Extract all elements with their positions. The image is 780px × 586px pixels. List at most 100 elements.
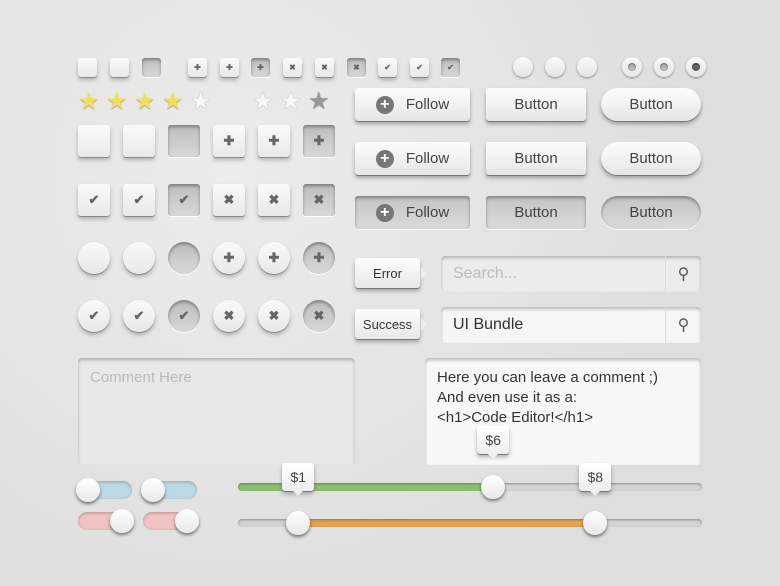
cross-icon: ✖ (289, 63, 296, 72)
plus-icon: ✚ (194, 63, 201, 72)
textarea-line: Here you can leave a comment ;) (437, 369, 658, 386)
round-checkbox-check[interactable]: ✔ (123, 300, 155, 332)
round-checkbox-empty[interactable] (123, 242, 155, 274)
star-icon[interactable]: ★ (134, 90, 156, 114)
toggle-knob[interactable] (110, 509, 134, 533)
radio-dot[interactable] (622, 57, 642, 77)
radio-dot-selected[interactable] (686, 57, 706, 77)
checkbox-plus[interactable]: ✚ (220, 58, 239, 77)
check-icon: ✔ (447, 63, 454, 72)
follow-button[interactable]: + Follow (355, 88, 470, 121)
round-checkbox-cross-pressed[interactable]: ✖ (303, 300, 335, 332)
checkbox-cross[interactable]: ✖ (283, 58, 302, 77)
checkbox-cross-pressed[interactable]: ✖ (303, 184, 335, 216)
round-checkbox-check[interactable]: ✔ (78, 300, 110, 332)
checkbox-empty[interactable] (78, 125, 110, 157)
checkbox-cross[interactable]: ✖ (213, 184, 245, 216)
cross-icon: ✖ (223, 308, 235, 323)
checkbox-plus[interactable]: ✚ (213, 125, 245, 157)
checkbox-empty-pressed[interactable] (142, 58, 161, 77)
range-slider-fill (298, 519, 596, 527)
checkbox-empty[interactable] (78, 58, 97, 77)
checkbox-empty[interactable] (110, 58, 129, 77)
slider-tooltip: $6 (477, 426, 510, 459)
search-value[interactable]: UI Bundle (441, 316, 665, 334)
follow-label: Follow (405, 204, 450, 221)
search-field-error[interactable]: Search... ⚲ (441, 256, 701, 292)
button[interactable]: Button (486, 88, 586, 121)
star-icon[interactable]: ★ (308, 90, 330, 114)
pill-button-pressed[interactable]: Button (601, 196, 701, 229)
checkbox-check[interactable]: ✔ (378, 58, 397, 77)
check-icon: ✔ (88, 192, 100, 207)
round-checkbox-empty[interactable] (78, 242, 110, 274)
follow-button-pressed[interactable]: + Follow (355, 196, 470, 229)
check-icon: ✔ (133, 192, 145, 207)
check-icon: ✔ (178, 192, 190, 207)
code-textarea[interactable]: Here you can leave a comment ;) And even… (425, 358, 701, 465)
search-icon[interactable]: ⚲ (665, 307, 701, 343)
round-checkbox-plus[interactable]: ✚ (258, 242, 290, 274)
radio-plain[interactable] (577, 57, 597, 77)
checkbox-empty[interactable] (123, 125, 155, 157)
toggle-knob[interactable] (141, 478, 165, 502)
checkbox-check-pressed[interactable]: ✔ (168, 184, 200, 216)
star-icon[interactable]: ★ (280, 90, 302, 114)
star-icon[interactable]: ★ (106, 90, 128, 114)
toggle-knob[interactable] (76, 478, 100, 502)
plus-icon: ✚ (226, 63, 233, 72)
pill-button-hover[interactable]: Button (601, 142, 701, 175)
plus-circle-icon: + (375, 95, 394, 114)
checkbox-plus[interactable]: ✚ (188, 58, 207, 77)
slider-handle[interactable] (481, 475, 506, 499)
slider-fill (238, 483, 494, 491)
plus-icon: ✚ (223, 133, 235, 148)
star-icon[interactable]: ★ (78, 90, 100, 114)
round-checkbox-plus[interactable]: ✚ (213, 242, 245, 274)
star-icon[interactable]: ★ (252, 90, 274, 114)
star-icon[interactable]: ★ (190, 90, 212, 114)
cross-icon: ✖ (313, 308, 325, 323)
checkbox-check[interactable]: ✔ (78, 184, 110, 216)
checkbox-cross[interactable]: ✖ (258, 184, 290, 216)
checkbox-plus-pressed[interactable]: ✚ (303, 125, 335, 157)
checkbox-check[interactable]: ✔ (410, 58, 429, 77)
checkbox-plus[interactable]: ✚ (258, 125, 290, 157)
radio-plain[interactable] (545, 57, 565, 77)
search-placeholder[interactable]: Search... (441, 265, 665, 283)
button-hover[interactable]: Button (486, 142, 586, 175)
cross-icon: ✖ (268, 192, 280, 207)
search-field-success[interactable]: UI Bundle ⚲ (441, 307, 701, 343)
follow-button-hover[interactable]: + Follow (355, 142, 470, 175)
search-icon[interactable]: ⚲ (665, 256, 701, 292)
checkbox-check[interactable]: ✔ (123, 184, 155, 216)
plus-circle-icon: + (375, 203, 394, 222)
round-checkbox-cross[interactable]: ✖ (213, 300, 245, 332)
plus-icon: ✚ (313, 250, 325, 265)
checkbox-check-pressed[interactable]: ✔ (441, 58, 460, 77)
plus-circle-icon: + (375, 149, 394, 168)
range-high-tooltip: $8 (579, 463, 612, 496)
error-tag: Error (355, 258, 427, 288)
comment-textarea[interactable]: Comment Here (78, 358, 355, 465)
range-slider-low-handle[interactable] (286, 511, 311, 535)
radio-dot[interactable] (654, 57, 674, 77)
toggle-knob[interactable] (175, 509, 199, 533)
pill-button[interactable]: Button (601, 88, 701, 121)
checkbox-plus-pressed[interactable]: ✚ (251, 58, 270, 77)
range-slider-high-handle[interactable] (583, 511, 608, 535)
round-checkbox-cross[interactable]: ✖ (258, 300, 290, 332)
range-low-tooltip: $1 (282, 463, 315, 496)
check-icon: ✔ (133, 308, 145, 323)
button-pressed[interactable]: Button (486, 196, 586, 229)
star-icon[interactable]: ★ (162, 90, 184, 114)
checkbox-cross-pressed[interactable]: ✖ (347, 58, 366, 77)
checkbox-empty-pressed[interactable] (168, 125, 200, 157)
check-icon: ✔ (88, 308, 100, 323)
round-checkbox-empty-pressed[interactable] (168, 242, 200, 274)
plus-icon: ✚ (268, 250, 280, 265)
round-checkbox-check-pressed[interactable]: ✔ (168, 300, 200, 332)
round-checkbox-plus-pressed[interactable]: ✚ (303, 242, 335, 274)
radio-plain[interactable] (513, 57, 533, 77)
checkbox-cross[interactable]: ✖ (315, 58, 334, 77)
